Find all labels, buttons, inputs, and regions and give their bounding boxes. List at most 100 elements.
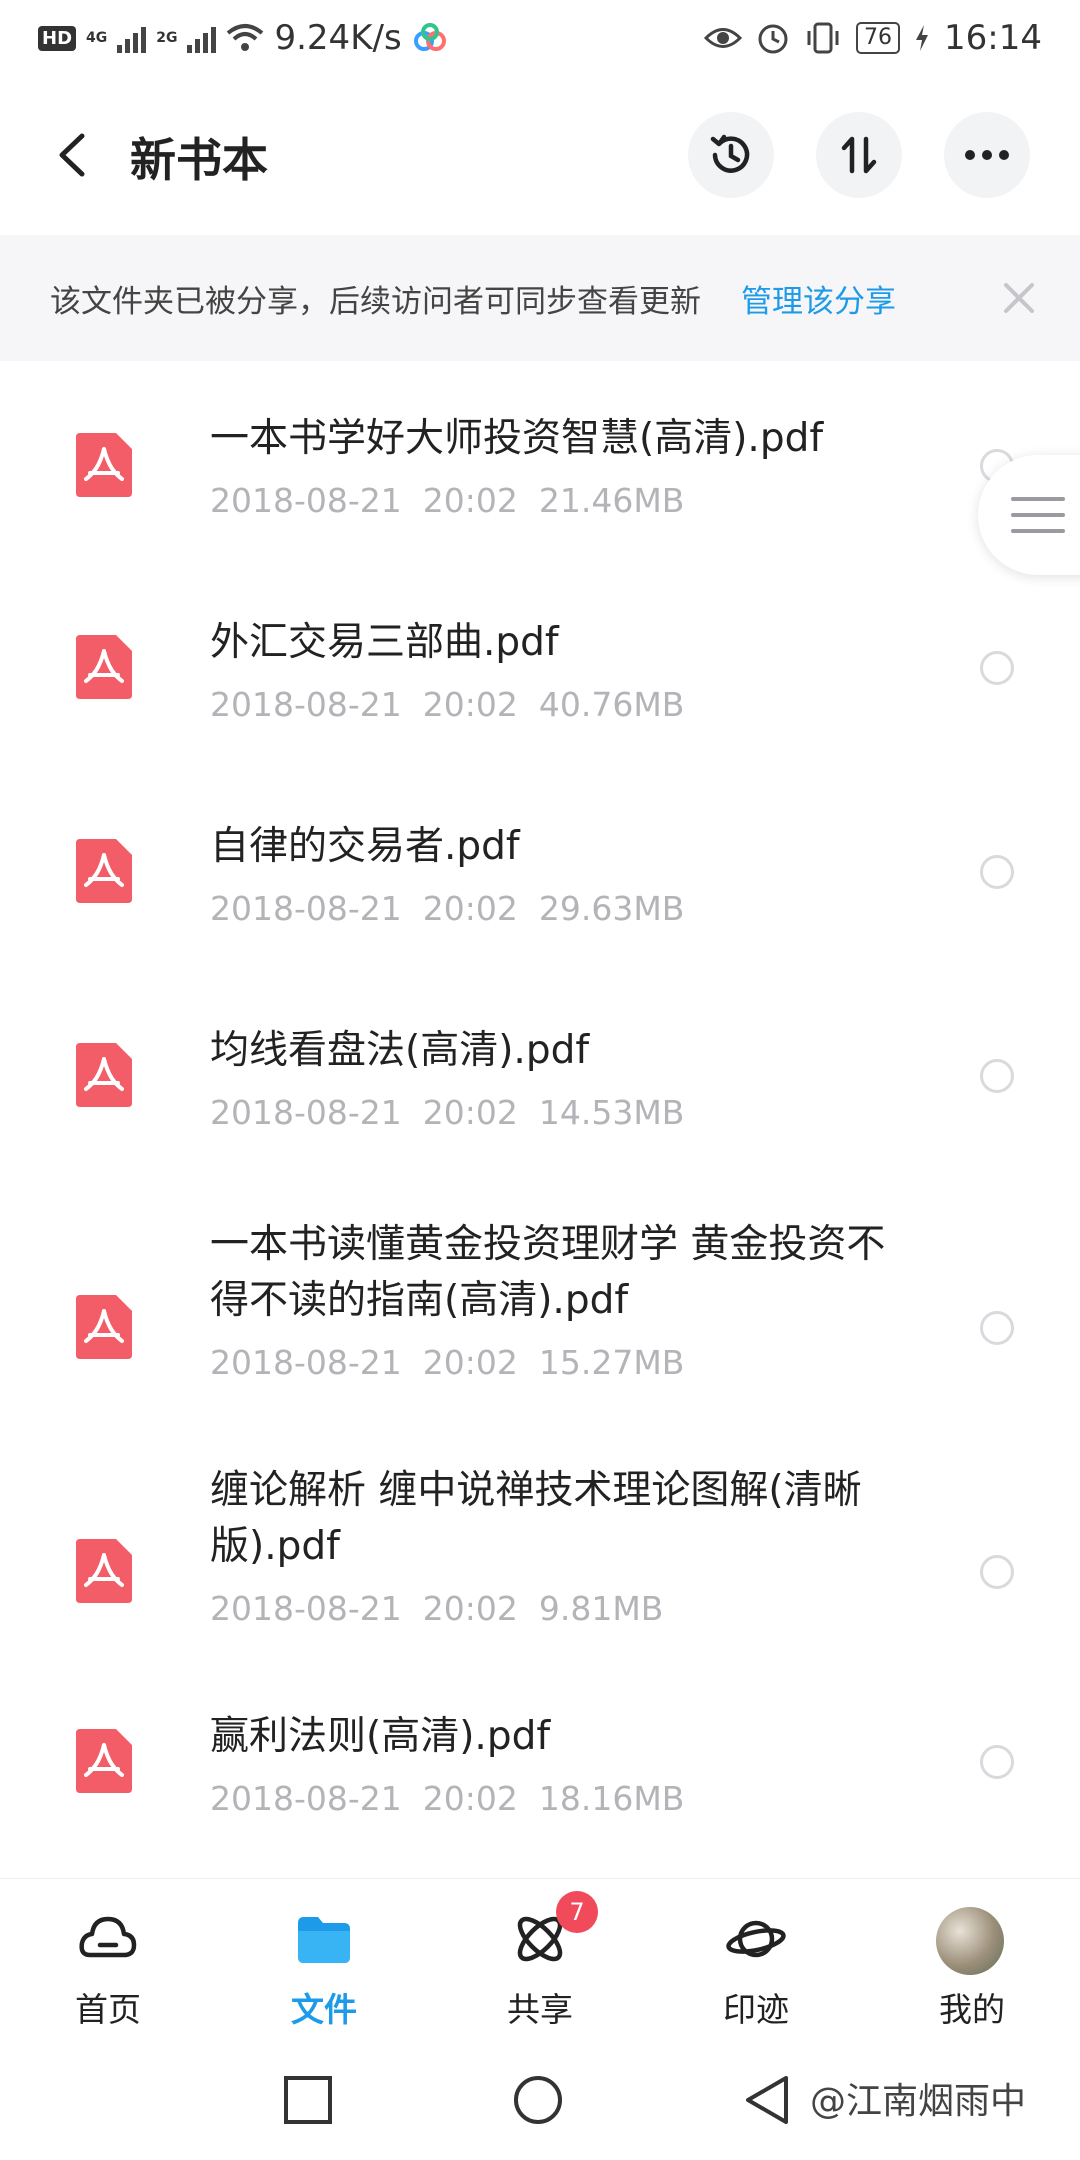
sort-button[interactable] bbox=[816, 112, 902, 198]
clock: 16:14 bbox=[944, 18, 1042, 58]
tab-files[interactable]: 文件 bbox=[216, 1879, 432, 2038]
file-size: 21.46MB bbox=[538, 481, 685, 520]
pdf-file-icon bbox=[76, 1043, 132, 1107]
file-row[interactable]: 自律的交易者.pdf 2018-08-21 20:02 29.63MB bbox=[0, 769, 1080, 973]
file-date: 2018-08-21 bbox=[210, 481, 402, 520]
select-checkbox[interactable] bbox=[980, 1745, 1014, 1779]
tab-label: 印迹 bbox=[723, 1990, 789, 2029]
file-meta: 2018-08-21 20:02 18.16MB bbox=[210, 1779, 684, 1818]
menu-lines-icon bbox=[1011, 497, 1065, 533]
tab-label: 首页 bbox=[75, 1990, 141, 2029]
share-banner-text: 该文件夹已被分享，后续访问者可同步查看更新 bbox=[50, 283, 701, 320]
more-button[interactable] bbox=[944, 112, 1030, 198]
file-meta: 2018-08-21 20:02 29.63MB bbox=[210, 889, 684, 928]
file-meta: 2018-08-21 20:02 9.81MB bbox=[210, 1589, 663, 1628]
cloud-sync-icon bbox=[413, 23, 446, 51]
eye-icon bbox=[704, 28, 743, 48]
file-list: 一本书学好大师投资智慧(高清).pdf 2018-08-21 20:02 21.… bbox=[0, 361, 1080, 1874]
pdf-file-icon bbox=[76, 635, 132, 699]
file-row[interactable]: 外汇交易三部曲.pdf 2018-08-21 20:02 40.76MB bbox=[0, 565, 1080, 769]
file-row[interactable]: 赢利法则(高清).pdf 2018-08-21 20:02 18.16MB bbox=[0, 1679, 1080, 1874]
wifi-icon bbox=[227, 24, 264, 51]
file-name: 一本书读懂黄金投资理财学 黄金投资不得不读的指南(高清).pdf bbox=[210, 1222, 886, 1323]
file-meta: 2018-08-21 20:02 15.27MB bbox=[210, 1343, 684, 1382]
bottom-tab-bar: 首页 文件 7 共享 印迹 我的 bbox=[0, 1878, 1080, 2038]
file-date: 2018-08-21 bbox=[210, 1779, 402, 1818]
file-time: 20:02 bbox=[422, 889, 518, 928]
charging-icon bbox=[916, 25, 929, 51]
file-size: 18.16MB bbox=[538, 1779, 685, 1818]
file-row[interactable]: 一本书读懂黄金投资理财学 黄金投资不得不读的指南(高清).pdf 2018-08… bbox=[0, 1177, 1080, 1435]
file-date: 2018-08-21 bbox=[210, 1589, 402, 1628]
file-name: 缠论解析 缠中说禅技术理论图解(清晰版).pdf bbox=[210, 1468, 862, 1569]
tab-share[interactable]: 7 共享 bbox=[432, 1879, 648, 2038]
network-speed: 9.24K/s bbox=[274, 18, 402, 58]
file-time: 20:02 bbox=[422, 1343, 518, 1382]
file-row[interactable]: 一本书学好大师投资智慧(高清).pdf 2018-08-21 20:02 21.… bbox=[0, 361, 1080, 565]
hd-indicator: HD bbox=[38, 25, 77, 51]
tab-label: 我的 bbox=[939, 1990, 1005, 2029]
watermark: @江南烟雨中 bbox=[810, 2081, 1027, 2122]
planet-icon bbox=[726, 1920, 786, 1958]
back-triangle-icon[interactable] bbox=[742, 2074, 794, 2126]
tab-label: 文件 bbox=[291, 1990, 357, 2029]
file-size: 9.81MB bbox=[538, 1589, 664, 1628]
select-checkbox[interactable] bbox=[980, 855, 1014, 889]
share-banner: 该文件夹已被分享，后续访问者可同步查看更新 管理该分享 bbox=[0, 235, 1080, 361]
history-icon bbox=[710, 134, 750, 173]
file-meta: 2018-08-21 20:02 40.76MB bbox=[210, 685, 684, 724]
home-circle-icon[interactable] bbox=[512, 2074, 564, 2126]
file-meta: 2018-08-21 20:02 14.53MB bbox=[210, 1093, 684, 1132]
file-size: 40.76MB bbox=[538, 685, 685, 724]
file-time: 20:02 bbox=[422, 1779, 518, 1818]
close-icon[interactable] bbox=[1000, 279, 1038, 317]
file-name: 赢利法则(高清).pdf bbox=[210, 1714, 551, 1759]
file-name: 自律的交易者.pdf bbox=[210, 824, 520, 869]
file-name: 均线看盘法(高清).pdf bbox=[210, 1028, 590, 1073]
file-date: 2018-08-21 bbox=[210, 1343, 402, 1382]
pdf-file-icon bbox=[76, 1539, 132, 1603]
file-meta: 2018-08-21 20:02 21.46MB bbox=[210, 481, 684, 520]
file-date: 2018-08-21 bbox=[210, 889, 402, 928]
file-name: 外汇交易三部曲.pdf bbox=[210, 620, 559, 665]
file-date: 2018-08-21 bbox=[210, 1093, 402, 1132]
file-size: 14.53MB bbox=[538, 1093, 685, 1132]
pdf-file-icon bbox=[76, 1729, 132, 1793]
signal-icon bbox=[117, 23, 147, 53]
vibrate-icon bbox=[807, 22, 839, 54]
file-time: 20:02 bbox=[422, 481, 518, 520]
select-checkbox[interactable] bbox=[980, 1555, 1014, 1589]
back-arrow-icon[interactable] bbox=[52, 130, 92, 180]
notification-badge: 7 bbox=[556, 1891, 598, 1933]
tab-footprint[interactable]: 印迹 bbox=[648, 1879, 864, 2038]
manage-share-link[interactable]: 管理该分享 bbox=[741, 276, 896, 321]
select-checkbox[interactable] bbox=[980, 1059, 1014, 1093]
sort-icon bbox=[841, 136, 877, 174]
file-row[interactable]: 均线看盘法(高清).pdf 2018-08-21 20:02 14.53MB bbox=[0, 973, 1080, 1177]
signal-icon-2 bbox=[187, 23, 217, 53]
battery-level: 76 bbox=[856, 22, 901, 54]
tab-label: 共享 bbox=[507, 1990, 573, 2029]
network-type-4g: 4G bbox=[86, 30, 108, 46]
status-bar: HD 4G 2G 9.24K/s 76 16:14 bbox=[0, 0, 1080, 76]
history-button[interactable] bbox=[688, 112, 774, 198]
file-size: 29.63MB bbox=[538, 889, 685, 928]
file-time: 20:02 bbox=[422, 685, 518, 724]
tab-me[interactable]: 我的 bbox=[864, 1879, 1080, 2038]
select-checkbox[interactable] bbox=[980, 651, 1014, 685]
pdf-file-icon bbox=[76, 839, 132, 903]
pdf-file-icon bbox=[76, 433, 132, 497]
tab-home[interactable]: 首页 bbox=[0, 1879, 216, 2038]
page-title: 新书本 bbox=[130, 133, 268, 187]
folder-icon bbox=[298, 1917, 350, 1963]
avatar bbox=[936, 1907, 1004, 1975]
select-checkbox[interactable] bbox=[980, 1311, 1014, 1345]
file-date: 2018-08-21 bbox=[210, 685, 402, 724]
recent-apps-icon[interactable] bbox=[282, 2074, 334, 2126]
alarm-icon bbox=[758, 24, 788, 54]
top-app-bar: 新书本 bbox=[0, 100, 1080, 210]
network-type-2g: 2G bbox=[156, 30, 178, 46]
file-name: 一本书学好大师投资智慧(高清).pdf bbox=[210, 416, 824, 461]
file-row[interactable]: 缠论解析 缠中说禅技术理论图解(清晰版).pdf 2018-08-21 20:0… bbox=[0, 1435, 1080, 1679]
cloud-home-icon bbox=[79, 1916, 137, 1958]
